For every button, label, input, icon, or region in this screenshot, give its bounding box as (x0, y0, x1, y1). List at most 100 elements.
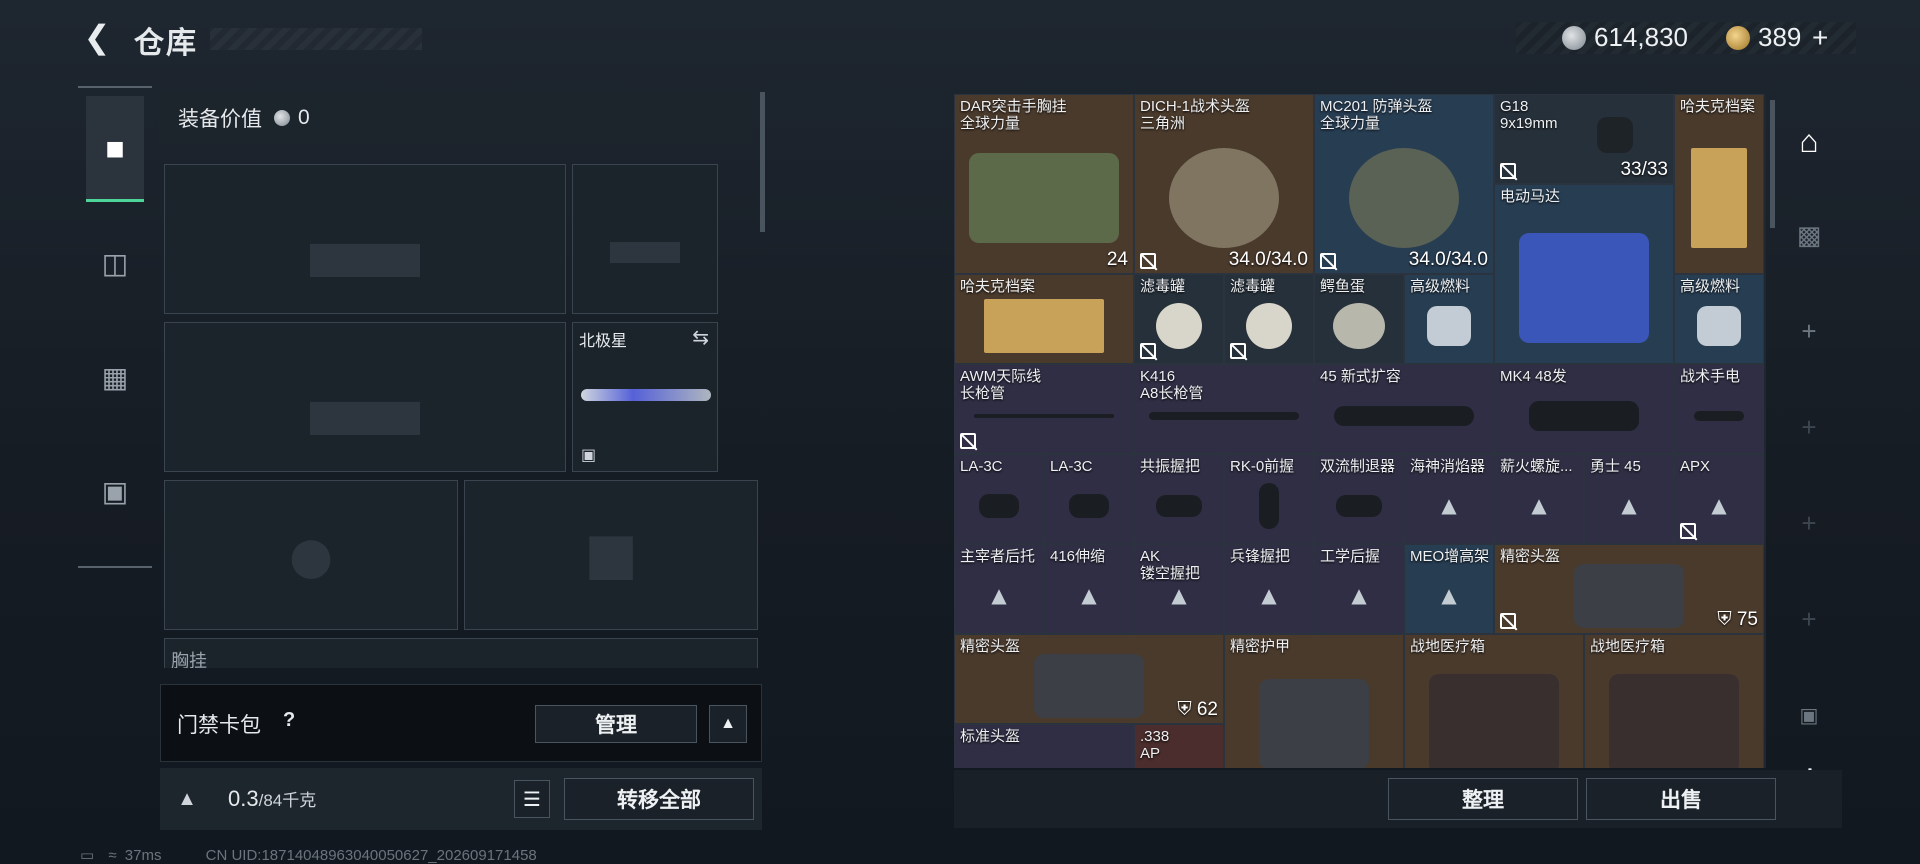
back-button[interactable]: ❮ (80, 19, 114, 55)
item-24[interactable]: 勇士 45 ▲ (1584, 454, 1674, 544)
add-icon[interactable]: + (1774, 488, 1844, 558)
item-36[interactable]: 战地医疗箱 (1584, 634, 1764, 768)
item-27[interactable]: 416伸缩 ▲ (1044, 544, 1134, 634)
item-28[interactable]: AK 镂空握把 ▲ (1134, 544, 1224, 634)
pistol-icon: ◾ (104, 132, 126, 163)
melee-slot[interactable]: 北极星 ⇆ ▣ (572, 322, 718, 472)
no-bind-icon (1140, 343, 1156, 359)
list-view-icon[interactable]: ☰ (514, 780, 550, 818)
muzzle-brake-image (1336, 495, 1382, 518)
chevron-up-icon[interactable]: ▲ (709, 705, 747, 743)
helmet-slot[interactable]: ● (164, 480, 458, 630)
lock-icon[interactable]: ▣ (1774, 680, 1844, 750)
armor-slot[interactable]: ■ (464, 480, 758, 630)
item-4[interactable]: 哈夫克档案 (1674, 94, 1764, 274)
magazine-image (1334, 406, 1474, 427)
shield-icon: ⛨ (1717, 609, 1732, 630)
add-currency-button[interactable]: + (1812, 22, 1828, 54)
laser-image (1069, 494, 1109, 519)
keycard-label: 门禁卡包 (177, 714, 261, 737)
item-22[interactable]: 海神消焰器 ▲ (1404, 454, 1494, 544)
document-image (1691, 148, 1747, 249)
pistol-placeholder-icon: ▬ (610, 200, 680, 278)
fuel-can-image (1697, 306, 1741, 347)
delta-icon: ▲ (1436, 580, 1462, 611)
helmet-image (1169, 148, 1279, 249)
item-26[interactable]: 主宰者后托 ▲ (954, 544, 1044, 634)
pistol-slot[interactable]: ▬ (572, 164, 718, 314)
tab-weapons[interactable]: ◾ (86, 96, 144, 202)
item-19[interactable]: 共振握把 (1134, 454, 1224, 544)
secondary-weapon-slot[interactable]: ▬ (164, 322, 566, 472)
loadout-panel: 装备价值 0 ▬ ▬ ▬ 北极星 ⇆ ▣ ● ■ 胸挂 (158, 92, 760, 668)
no-bind-icon (1500, 613, 1516, 629)
primary-weapon-slot[interactable]: ▬ (164, 164, 566, 314)
transfer-all-button[interactable]: 转移全部 (564, 778, 754, 820)
organize-button[interactable]: 整理 (1388, 778, 1578, 820)
item-8[interactable]: 滤毒罐 (1224, 274, 1314, 364)
help-icon[interactable]: ? (283, 709, 295, 732)
chest-rig-image (969, 153, 1119, 244)
add-icon[interactable]: + (1774, 584, 1844, 654)
safebox-icon[interactable]: ⌂ (1774, 106, 1844, 176)
item-30[interactable]: 工学后握 ▲ (1314, 544, 1404, 634)
item-38[interactable]: .338 AP (1134, 724, 1224, 768)
item-17[interactable]: LA-3C (954, 454, 1044, 544)
item-3[interactable]: G18 9x19mm 33/33 (1494, 94, 1674, 184)
item-11[interactable]: 高级燃料 (1674, 274, 1764, 364)
motor-image (1519, 233, 1649, 344)
item-7[interactable]: 滤毒罐 (1134, 274, 1224, 364)
swap-icon[interactable]: ⇆ (692, 325, 709, 350)
loadout-scrollbar[interactable] (760, 92, 765, 232)
item-15[interactable]: MK4 48发 (1494, 364, 1674, 454)
item-5[interactable]: 电动马达 (1494, 184, 1674, 364)
item-12[interactable]: AWM天际线 长枪管 (954, 364, 1134, 454)
item-23[interactable]: 薪火螺旋... ▲ (1494, 454, 1584, 544)
backpack-icon: ◫ (101, 247, 129, 279)
item-32[interactable]: 精密头盔 ⛨ 75 (1494, 544, 1764, 634)
item-29[interactable]: 兵锋握把 ▲ (1224, 544, 1314, 634)
item-14[interactable]: 45 新式扩容 (1314, 364, 1494, 454)
item-6[interactable]: 哈夫克档案 (954, 274, 1134, 364)
item-35[interactable]: 战地医疗箱 (1404, 634, 1584, 768)
item-25[interactable]: APX ▲ (1674, 454, 1764, 544)
grip-image (1156, 495, 1202, 518)
tab-chest-rig[interactable]: ▦ (86, 324, 144, 430)
battery-icon: ▭ (80, 847, 95, 864)
item-13[interactable]: K416 A8长枪管 (1134, 364, 1314, 454)
chest-rig-slot[interactable]: 胸挂 (164, 638, 758, 668)
medkit-image (1429, 674, 1559, 768)
item-18[interactable]: LA-3C (1044, 454, 1134, 544)
helmet-image (1349, 148, 1459, 249)
fuel-can-image (1427, 306, 1471, 347)
item-34[interactable]: 精密护甲 (1224, 634, 1404, 768)
add-icon[interactable]: + (1774, 296, 1844, 366)
item-16[interactable]: 战术手电 (1674, 364, 1764, 454)
manage-button[interactable]: 管理 (535, 705, 697, 743)
sell-button[interactable]: 出售 (1586, 778, 1776, 820)
item-37[interactable]: 标准头盔 (954, 724, 1134, 768)
wifi-icon: ≈ (108, 847, 117, 864)
item-31[interactable]: MEO增高架 ▲ (1404, 544, 1494, 634)
weight-icon: ▲ (177, 787, 197, 810)
item-10[interactable]: 高级燃料 (1404, 274, 1494, 364)
item-1[interactable]: DICH-1战术头盔 三角洲 34.0/34.0 (1134, 94, 1314, 274)
flashlight-image (1694, 411, 1744, 422)
tab-backpack[interactable]: ◫ (86, 210, 144, 316)
chest-rig-icon: ▦ (101, 361, 129, 393)
item-21[interactable]: 双流制退器 (1314, 454, 1404, 544)
item-20[interactable]: RK-0前握 (1224, 454, 1314, 544)
item-9[interactable]: 鳄鱼蛋 (1314, 274, 1404, 364)
tab-case[interactable]: ▣ (86, 438, 144, 544)
item-33[interactable]: 精密头盔 ⛨ 62 (954, 634, 1224, 724)
item-0[interactable]: DAR突击手胸挂 全球力量 24 (954, 94, 1134, 274)
lock-icon: ▣ (581, 447, 597, 464)
add-icon[interactable]: + (1774, 392, 1844, 462)
delta-icon: ▲ (1526, 490, 1552, 521)
laser-image (979, 494, 1019, 519)
inventory-grid: DAR突击手胸挂 全球力量 24 DICH-1战术头盔 三角洲 34.0/34.0 … (954, 94, 1766, 768)
rifle-placeholder-icon: ▬ (310, 335, 420, 459)
uid: CN UID:18714048963040050627_202609171458 (205, 847, 537, 864)
item-2[interactable]: MC201 防弹头盔 全球力量 34.0/34.0 (1314, 94, 1494, 274)
container-iv-icon[interactable]: ▩ (1774, 200, 1844, 270)
